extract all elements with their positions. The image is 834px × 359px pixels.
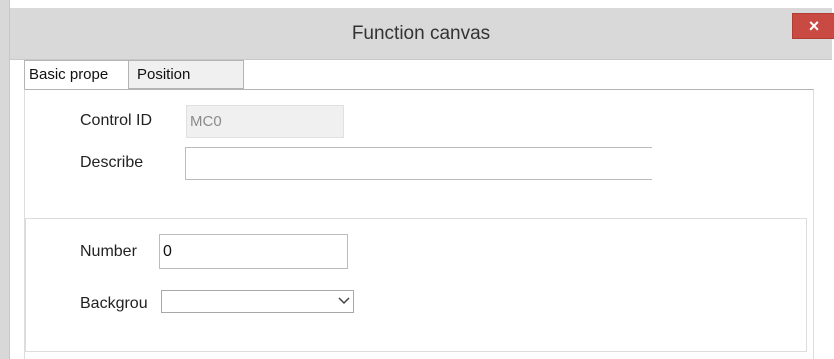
close-button[interactable]: × xyxy=(792,13,834,39)
tab-strip: Basic prope Position xyxy=(24,60,814,90)
window-left-border xyxy=(0,0,10,359)
number-input[interactable]: 0 xyxy=(159,234,348,269)
describe-input[interactable] xyxy=(185,147,652,180)
title-bar[interactable]: Function canvas × xyxy=(10,8,834,60)
basic-properties-panel: Control ID MC0 Describe Number 0 Backgro… xyxy=(24,89,814,359)
tab-basic-properties[interactable]: Basic prope xyxy=(24,60,128,89)
chevron-down-icon[interactable] xyxy=(333,292,355,311)
close-icon: × xyxy=(808,16,820,36)
dialog-window: Function canvas × Basic prope Position C… xyxy=(0,0,834,359)
describe-label: Describe xyxy=(80,154,144,171)
background-select[interactable] xyxy=(161,290,354,313)
background-label: Backgrou xyxy=(80,295,148,312)
tab-position[interactable]: Position xyxy=(128,60,244,89)
window-title: Function canvas xyxy=(351,23,491,44)
control-id-field: MC0 xyxy=(186,105,344,138)
number-label: Number xyxy=(80,243,137,260)
control-id-label: Control ID xyxy=(80,112,153,129)
settings-group-box xyxy=(25,218,807,352)
